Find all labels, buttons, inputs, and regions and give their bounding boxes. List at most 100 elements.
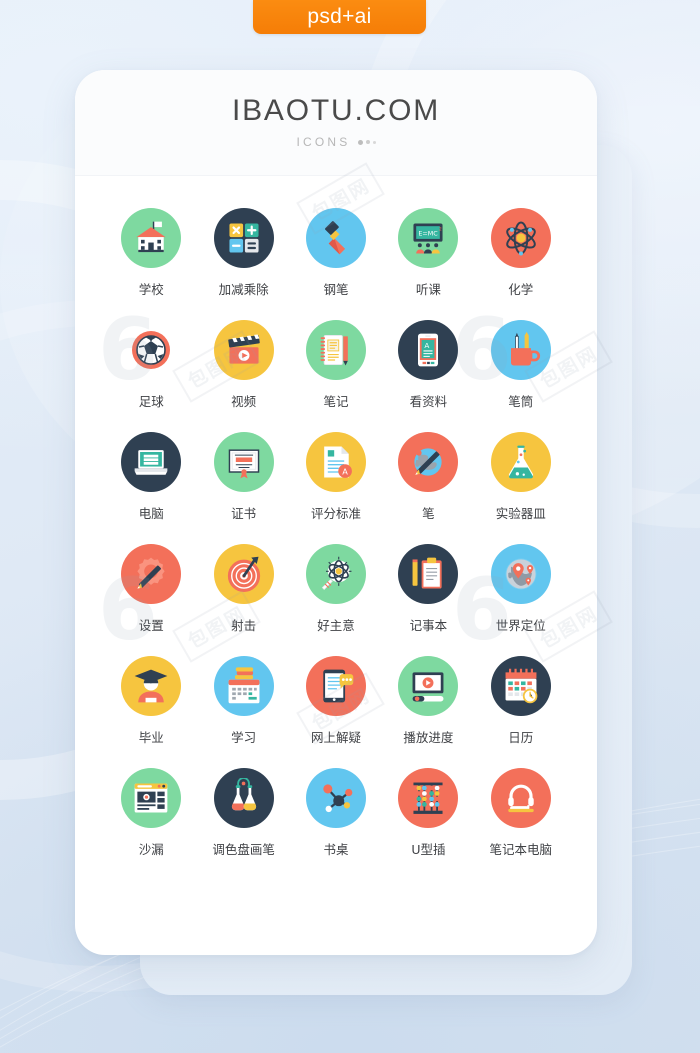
- icon-label: 学习: [231, 730, 257, 745]
- target-dart-icon[interactable]: [213, 544, 274, 604]
- svg-text:A: A: [425, 341, 430, 350]
- icon-label: 记事本: [409, 618, 448, 633]
- icon-label: 世界定位: [495, 618, 546, 633]
- icon-cell[interactable]: 毕业: [105, 656, 197, 746]
- icon-cell[interactable]: 实验器皿: [475, 432, 567, 522]
- icon-cell[interactable]: 笔记本电脑: [475, 768, 567, 858]
- icon-cell[interactable]: 沙漏: [105, 768, 197, 858]
- headset-icon[interactable]: [490, 768, 551, 828]
- psd-ai-badge: psd+ai: [253, 0, 426, 34]
- icon-label: 播放进度: [403, 730, 454, 745]
- icon-cell[interactable]: 加减乘除: [197, 208, 289, 298]
- settings-pencil-icon[interactable]: [121, 544, 182, 604]
- online-qa-icon[interactable]: [305, 656, 366, 716]
- icon-cell[interactable]: A 评分标准: [290, 432, 382, 522]
- icon-label: 射击: [231, 618, 257, 633]
- icon-cell[interactable]: 设置: [105, 544, 197, 634]
- icon-label: 足球: [138, 394, 164, 409]
- page-title: IBAOTU.COM: [231, 94, 440, 127]
- icon-cell[interactable]: 笔: [382, 432, 474, 522]
- idea-bulb-icon[interactable]: [305, 544, 366, 604]
- icon-cell[interactable]: 学校: [105, 208, 197, 298]
- icon-grid: 学校 加减乘除 钢笔 E=MC 2 听课 化学足球 视频 笔记 A 看资料 笔筒电脑 证书 A 评分标准 笔 实…: [75, 176, 597, 878]
- lab-flasks-icon[interactable]: [213, 768, 274, 828]
- icon-cell[interactable]: 世界定位: [475, 544, 567, 634]
- icon-label: 钢笔: [323, 282, 349, 297]
- icon-label: 毕业: [138, 730, 164, 745]
- icon-cell[interactable]: 网上解疑: [290, 656, 382, 746]
- page-subtitle-label: ICONS: [296, 135, 351, 149]
- icon-label: 评分标准: [310, 506, 361, 521]
- icon-cell[interactable]: 播放进度: [382, 656, 474, 746]
- icon-cell[interactable]: 书桌: [290, 768, 382, 858]
- icon-label: 笔: [422, 506, 435, 521]
- atom-chemistry-icon[interactable]: [490, 208, 551, 268]
- icon-label: 笔记: [323, 394, 349, 409]
- icon-cell[interactable]: 日历: [475, 656, 567, 746]
- icon-label: 设置: [138, 618, 164, 633]
- grading-sheet-icon[interactable]: A: [305, 432, 366, 492]
- icon-label: 调色盘画笔: [212, 842, 275, 857]
- icon-cell[interactable]: 学习: [197, 656, 289, 746]
- icon-label: 笔记本电脑: [489, 842, 553, 857]
- icon-cell[interactable]: A 看资料: [382, 320, 474, 410]
- icon-cell[interactable]: U型插: [382, 768, 474, 858]
- calendar-clock-icon[interactable]: [490, 656, 551, 716]
- video-clapper-icon[interactable]: [213, 320, 274, 380]
- icon-cell[interactable]: E=MC 2 听课: [382, 208, 474, 298]
- pen-holder-icon[interactable]: [490, 320, 551, 380]
- svg-text:A: A: [342, 467, 348, 477]
- svg-text:2: 2: [439, 227, 442, 233]
- browser-window-icon[interactable]: [121, 768, 182, 828]
- page-subtitle: ICONS: [296, 135, 376, 149]
- icon-cell[interactable]: 电脑: [105, 432, 197, 522]
- icon-label: 化学: [508, 282, 534, 297]
- study-calendar-icon[interactable]: [213, 656, 274, 716]
- laptop-books-icon[interactable]: [121, 432, 182, 492]
- icon-cell[interactable]: 调色盘画笔: [197, 768, 289, 858]
- flask-icon[interactable]: [490, 432, 551, 492]
- certificate-icon[interactable]: [213, 432, 274, 492]
- icon-cell[interactable]: 笔记: [290, 320, 382, 410]
- icon-label: 网上解疑: [310, 730, 361, 745]
- school-icon[interactable]: [121, 208, 182, 268]
- icon-label: 证书: [231, 506, 257, 521]
- reading-phone-icon[interactable]: A: [398, 320, 459, 380]
- icon-label: 电脑: [138, 506, 164, 521]
- icon-cell[interactable]: 笔筒: [475, 320, 567, 410]
- icon-cell[interactable]: 射击: [197, 544, 289, 634]
- psd-ai-badge-label: psd+ai: [307, 5, 372, 28]
- page-background: psd+ai IBAOTU.COM ICONS 学校 加减乘除 钢笔 E=MC 2 听课 化…: [0, 0, 700, 1053]
- graduate-icon[interactable]: [121, 656, 182, 716]
- icon-label: 笔筒: [508, 394, 534, 409]
- icon-label: 看资料: [409, 394, 448, 409]
- card-header: IBAOTU.COM ICONS: [75, 70, 597, 176]
- fountain-pen-icon[interactable]: [305, 208, 366, 268]
- soccer-ball-icon[interactable]: [121, 320, 181, 380]
- icon-label: 书桌: [323, 842, 349, 857]
- icon-cell[interactable]: 证书: [197, 432, 289, 522]
- icon-label: 实验器皿: [495, 506, 546, 521]
- play-progress-icon[interactable]: [398, 656, 459, 716]
- icon-cell[interactable]: 钢笔: [290, 208, 382, 298]
- lecture-icon[interactable]: E=MC 2: [398, 208, 459, 268]
- icon-cell[interactable]: 化学: [475, 208, 567, 298]
- icon-label: 视频: [231, 394, 257, 409]
- molecule-icon[interactable]: [305, 768, 366, 828]
- clipboard-pencil-icon[interactable]: [398, 544, 459, 604]
- world-location-icon[interactable]: [490, 544, 551, 604]
- pencil-globe-icon[interactable]: [398, 432, 459, 492]
- icon-cell[interactable]: 好主意: [290, 544, 382, 634]
- abacus-icon[interactable]: [398, 768, 459, 828]
- icon-label: 学校: [138, 282, 164, 297]
- icon-label: 加减乘除: [218, 282, 269, 297]
- icon-cell[interactable]: 记事本: [382, 544, 474, 634]
- icon-cell[interactable]: 足球: [105, 320, 197, 410]
- icon-cell[interactable]: 视频: [197, 320, 289, 410]
- svg-text:E=MC: E=MC: [419, 230, 439, 237]
- icon-label: 日历: [508, 730, 534, 745]
- calculator-icon[interactable]: [213, 208, 274, 268]
- icon-label: U型插: [411, 842, 446, 857]
- notebook-icon[interactable]: [305, 320, 366, 380]
- icon-label: 沙漏: [138, 842, 164, 857]
